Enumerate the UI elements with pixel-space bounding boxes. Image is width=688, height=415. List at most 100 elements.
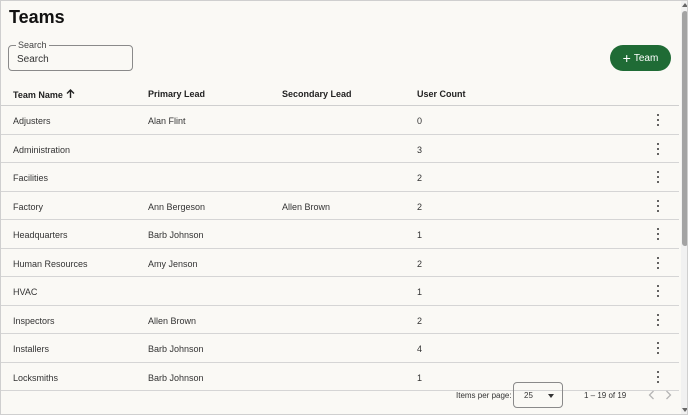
menu-dot [657, 171, 659, 173]
teams-table: Team Name Primary Lead Secondary Lead Us… [1, 81, 679, 402]
menu-dot [657, 285, 659, 287]
cell-primary-lead: Alan Flint [148, 116, 186, 126]
menu-dot [657, 233, 659, 235]
scrollbar-thumb[interactable] [682, 11, 687, 246]
more-vert-icon[interactable] [653, 227, 663, 241]
chevron-left-icon [648, 390, 654, 400]
menu-dot [657, 204, 659, 207]
table-row[interactable]: Inspectors Allen Brown 2 [1, 306, 679, 334]
items-per-page-label: Items per page: [456, 391, 512, 400]
menu-dot [657, 370, 659, 373]
paginator: Items per page: 25 1 – 19 of 19 [1, 377, 681, 414]
cell-user-count: 3 [417, 144, 423, 155]
menu-dot [657, 266, 659, 269]
menu-dot [657, 228, 659, 230]
vertical-scrollbar[interactable] [681, 1, 687, 414]
scroll-up-arrow-icon[interactable] [682, 3, 687, 7]
menu-dot [657, 209, 659, 212]
cell-secondary-lead: Allen Brown [282, 201, 331, 212]
menu-dot [657, 176, 659, 178]
menu-dot [657, 295, 659, 297]
caret-down-icon [548, 394, 554, 398]
more-vert-icon[interactable] [653, 199, 663, 213]
more-vert-icon[interactable] [653, 142, 663, 156]
column-header-primary-lead[interactable]: Primary Lead [148, 89, 205, 99]
search-input[interactable] [17, 52, 125, 66]
add-team-label: Team [633, 52, 659, 64]
table-header: Team Name Primary Lead Secondary Lead Us… [1, 81, 679, 106]
next-page-button[interactable] [662, 388, 674, 402]
table-row[interactable]: Factory Ann Bergeson Allen Brown 2 [1, 192, 679, 220]
cell-primary-lead: Barb Johnson [148, 230, 204, 240]
table-row[interactable]: HVAC 1 [1, 277, 679, 306]
scroll-down-arrow-icon[interactable] [682, 408, 687, 412]
cell-user-count: 1 [417, 287, 423, 297]
table-row[interactable]: Installers Barb Johnson 4 [1, 334, 679, 363]
chevron-right-icon [666, 390, 672, 400]
menu-dot [657, 238, 659, 240]
menu-dot [657, 342, 659, 344]
table-row[interactable]: Adjusters Alan Flint 0 [1, 106, 679, 135]
add-team-button[interactable]: + Team [610, 45, 671, 71]
column-header-user-count[interactable]: User Count [417, 89, 466, 99]
menu-dot [657, 199, 659, 202]
table-row[interactable]: Headquarters Barb Johnson 1 [1, 220, 679, 249]
cell-team-name: HVAC [13, 287, 38, 297]
cell-primary-lead: Barb Johnson [148, 344, 204, 354]
more-vert-icon[interactable] [653, 341, 663, 355]
menu-dot [657, 181, 659, 183]
cell-team-name: Administration [13, 144, 71, 155]
menu-dot [657, 114, 659, 116]
table-row[interactable]: Facilities 2 [1, 163, 679, 192]
menu-dot [657, 290, 659, 292]
cell-user-count: 2 [417, 258, 423, 269]
items-per-page-value: 25 [524, 391, 533, 400]
cell-team-name: Adjusters [13, 116, 51, 126]
cell-team-name: Installers [13, 344, 50, 354]
cell-user-count: 2 [417, 201, 423, 212]
cell-user-count: 4 [417, 344, 423, 354]
cell-primary-lead: Amy Jenson [148, 258, 198, 269]
arrow-up-icon [66, 89, 75, 101]
menu-dot [657, 261, 659, 264]
cell-user-count: 0 [417, 116, 423, 126]
table-row[interactable]: Administration 3 [1, 135, 679, 163]
more-vert-icon[interactable] [653, 313, 663, 327]
more-vert-icon[interactable] [653, 256, 663, 270]
menu-dot [657, 124, 659, 126]
column-header-secondary-lead[interactable]: Secondary Lead [282, 89, 352, 99]
items-per-page-select[interactable]: 25 [513, 382, 563, 408]
cell-user-count: 2 [417, 315, 423, 326]
cell-user-count: 1 [417, 230, 423, 240]
plus-icon: + [622, 50, 631, 66]
cell-primary-lead: Allen Brown [148, 315, 197, 326]
cell-primary-lead: Ann Bergeson [148, 201, 206, 212]
menu-dot [657, 318, 659, 321]
menu-dot [657, 347, 659, 349]
table-row[interactable]: Human Resources Amy Jenson 2 [1, 249, 679, 277]
teams-page: Teams Search + Team Team Name Primary Le… [0, 0, 688, 415]
cell-team-name: Facilities [13, 173, 49, 183]
cell-team-name: Human Resources [13, 258, 88, 269]
cell-team-name: Inspectors [13, 315, 55, 326]
menu-dot [657, 147, 659, 150]
cell-team-name: Headquarters [13, 230, 68, 240]
more-vert-icon[interactable] [653, 284, 663, 298]
search-label: Search [16, 40, 49, 50]
search-field[interactable]: Search [8, 40, 133, 71]
menu-dot [657, 152, 659, 155]
more-vert-icon[interactable] [653, 170, 663, 184]
menu-dot [657, 352, 659, 354]
more-vert-icon[interactable] [653, 113, 663, 127]
menu-dot [657, 256, 659, 259]
pagination-range: 1 – 19 of 19 [584, 391, 627, 400]
cell-user-count: 2 [417, 173, 423, 183]
menu-dot [657, 119, 659, 121]
menu-dot [657, 323, 659, 326]
cell-team-name: Factory [13, 201, 44, 212]
column-header-team-name[interactable]: Team Name [13, 89, 75, 101]
table-body: Adjusters Alan Flint 0 Administration 3 Facil… [1, 106, 679, 402]
menu-dot [657, 313, 659, 316]
previous-page-button[interactable] [646, 388, 658, 402]
menu-dot [657, 142, 659, 145]
